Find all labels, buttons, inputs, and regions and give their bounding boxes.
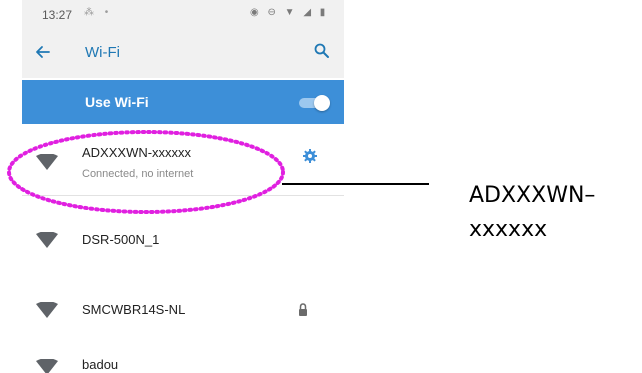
row-divider [22,195,344,196]
use-wifi-toggle-row[interactable]: Use Wi-Fi [22,80,344,124]
arrow-left-icon[interactable] [33,42,53,62]
status-bar: 13:27 ⁂ • ◉ ⊖ ▼ ◢ ▮ [22,0,344,28]
lock-icon [299,303,307,316]
status-time: 13:27 [42,8,73,22]
callout-line [282,183,429,185]
android-phone-screen: 13:27 ⁂ • ◉ ⊖ ▼ ◢ ▮ Wi-Fi Use Wi-Fi ADXX… [22,0,344,373]
network-status: Connected, no internet [82,168,194,180]
wifi-signal-icon [36,302,58,318]
system-status-icons: ◉ ⊖ ▼ ◢ ▮ [250,7,329,18]
use-wifi-label: Use Wi-Fi [85,94,149,110]
network-name: DSR-500N_1 [82,232,160,247]
network-item[interactable]: SMCWBR14S-NL [22,288,344,328]
notification-icons: ⁂ • [84,7,113,18]
app-bar: Wi-Fi [22,28,344,78]
network-item[interactable]: badou [22,350,344,373]
search-icon[interactable] [313,42,331,60]
page-title: Wi-Fi [85,44,120,61]
wifi-switch-thumb [314,95,330,111]
gear-icon[interactable] [303,149,317,163]
wifi-switch[interactable] [297,95,330,111]
network-item[interactable]: DSR-500N_1 [22,218,344,258]
wifi-signal-icon [36,359,58,373]
callout-label: ADXXXWN–xxxxxx [469,183,596,242]
wifi-signal-icon [36,154,58,170]
network-name: SMCWBR14S-NL [82,302,186,317]
network-name: badou [82,357,119,372]
wifi-signal-icon [36,232,58,248]
network-name: ADXXXWN-xxxxxx [82,145,192,160]
network-item-connected[interactable]: ADXXXWN-xxxxxx Connected, no internet [22,124,344,196]
